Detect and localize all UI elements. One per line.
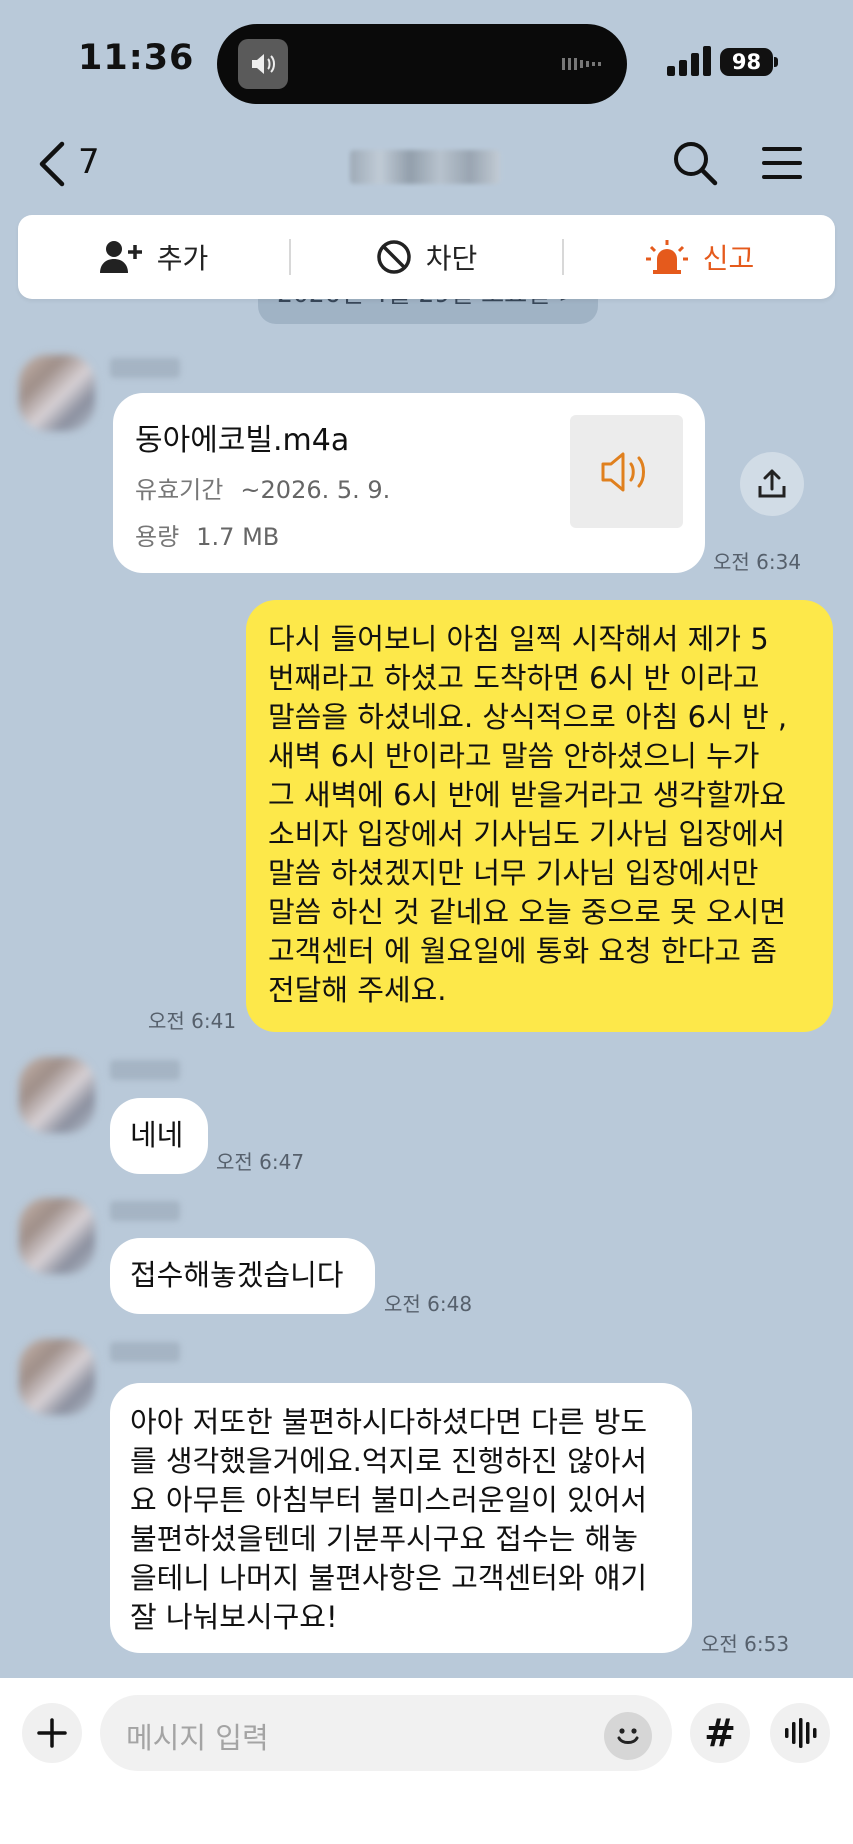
message-time: 오전 6:48 — [384, 1292, 473, 1316]
unread-count[interactable]: 7 — [78, 142, 100, 182]
battery-icon: 98 — [720, 48, 773, 76]
size-label: 용량 — [135, 523, 180, 551]
report-button[interactable]: 신고 — [564, 215, 835, 299]
avatar[interactable] — [19, 1339, 95, 1415]
expiry-label: 유효기간 — [135, 476, 224, 504]
attach-button[interactable] — [22, 1703, 82, 1763]
audio-wave-icon — [562, 58, 601, 70]
chat-action-bar: 추가 차단 신고 — [18, 215, 835, 299]
sender-name-blurred — [110, 358, 180, 378]
add-person-icon — [99, 241, 142, 273]
search-icon[interactable] — [672, 140, 718, 186]
incoming-message-text: 아아 저또한 불편하시다하셨다면 다른 방도 를 생각했을거에요.억지로 진행하… — [130, 1403, 685, 1637]
message-line: 그 새벽에 6시 반에 받을거라고 생각할까요 — [268, 778, 787, 812]
back-chevron-icon[interactable] — [34, 140, 70, 188]
message-line: 다시 들어보니 아침 일찍 시작해서 제가 5 — [268, 622, 769, 656]
file-size: 용량 1.7 MB — [135, 517, 279, 552]
share-icon — [758, 469, 786, 498]
size-value: 1.7 MB — [196, 523, 280, 551]
file-name: 동아에코빌.m4a — [135, 423, 350, 458]
message-line: 잘 나눠보시구요! — [130, 1600, 338, 1634]
message-time: 오전 6:34 — [713, 550, 802, 574]
report-label: 신고 — [702, 242, 755, 275]
message-line: 요 아무튼 아침부터 불미스러운일이 있어서 — [130, 1483, 648, 1517]
message-time: 오전 6:41 — [148, 1009, 237, 1033]
message-line: 를 생각했을거에요.억지로 진행하진 않아서 — [130, 1444, 648, 1478]
expiry-value: ~2026. 5. 9. — [240, 476, 391, 504]
message-line: 불편하셨을텐데 기분푸시구요 접수는 해놓 — [130, 1522, 638, 1556]
block-icon — [376, 240, 411, 274]
message-input-placeholder: 메시지 입력 — [126, 1721, 269, 1755]
share-button[interactable] — [740, 452, 804, 516]
sender-name-blurred — [110, 1201, 180, 1221]
outgoing-message-text: 다시 들어보니 아침 일찍 시작해서 제가 5 번째라고 하셨고 도착하면 6시… — [268, 620, 828, 1010]
emoji-button[interactable] — [604, 1712, 652, 1760]
sender-name-blurred — [110, 1342, 180, 1362]
status-time: 11:36 — [78, 38, 195, 78]
message-line: 아아 저또한 불편하시다하셨다면 다른 방도 — [130, 1405, 648, 1439]
message-time: 오전 6:53 — [701, 1632, 790, 1656]
menu-icon[interactable] — [760, 144, 804, 182]
chat-title-blurred — [350, 150, 500, 184]
avatar[interactable] — [19, 355, 95, 431]
avatar[interactable] — [19, 1057, 95, 1133]
message-line: 말씀 하셨겠지만 너무 기사님 입장에서만 — [268, 856, 759, 890]
voice-button[interactable] — [770, 1703, 830, 1763]
message-line: 소비자 입장에서 기사님도 기사님 입장에서 — [268, 817, 786, 851]
avatar[interactable] — [19, 1198, 95, 1274]
audio-file-thumbnail[interactable] — [570, 415, 683, 528]
file-expiry: 유효기간 ~2026. 5. 9. — [135, 470, 390, 505]
siren-icon — [645, 240, 688, 274]
add-friend-button[interactable]: 추가 — [18, 215, 289, 299]
message-line: 을테니 나머지 불편사항은 고객센터와 얘기 — [130, 1561, 648, 1595]
message-time: 오전 6:47 — [216, 1150, 305, 1174]
cellular-signal-icon — [667, 46, 711, 76]
voice-wave-icon — [785, 1718, 817, 1748]
battery-cap — [774, 57, 778, 67]
incoming-message-text: 접수해놓겠습니다 — [130, 1258, 344, 1292]
block-label: 차단 — [425, 242, 478, 275]
sender-name-blurred — [110, 1060, 180, 1080]
add-label: 추가 — [156, 242, 209, 275]
plus-icon — [37, 1718, 67, 1748]
block-button[interactable]: 차단 — [291, 215, 562, 299]
speaker-icon — [238, 39, 288, 89]
message-line: 말씀 하신 것 같네요 오늘 중으로 못 오시면 — [268, 895, 787, 929]
incoming-message-text: 네네 — [130, 1118, 184, 1152]
message-line: 고객센터 에 월요일에 통화 요청 한다고 좀 — [268, 934, 777, 968]
smiley-icon — [617, 1728, 639, 1744]
hashtag-button[interactable]: # — [690, 1703, 750, 1763]
message-line: 말씀을 하셨네요. 상식적으로 아침 6시 반 , — [268, 700, 788, 734]
message-line: 전달해 주세요. — [268, 973, 447, 1007]
message-line: 번째라고 하셨고 도착하면 6시 반 이라고 — [268, 661, 760, 695]
message-line: 새벽 6시 반이라고 말씀 안하셨으니 누가 — [268, 739, 760, 773]
audio-icon — [601, 452, 645, 491]
